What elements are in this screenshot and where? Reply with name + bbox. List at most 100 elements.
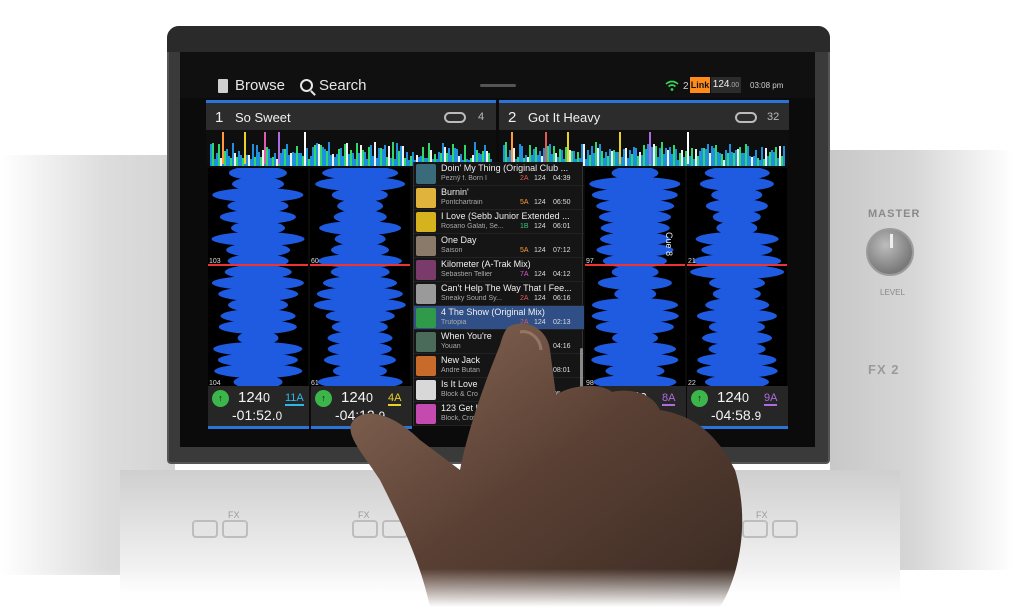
remaining-time: -04:58.9 [711, 407, 761, 423]
time-decimal: 9 [754, 410, 762, 423]
fx-button[interactable] [352, 520, 378, 538]
track-key: 5A [520, 199, 529, 206]
fx-label-1: FX [228, 510, 240, 520]
track-key: 2A [520, 295, 529, 302]
waveform-segment [228, 168, 288, 180]
sync-icon[interactable]: ↑ [589, 390, 606, 407]
loop-icon[interactable] [444, 112, 466, 123]
bezel-top [167, 26, 830, 52]
time-decimal: 0 [275, 410, 283, 423]
track-length: 07:12 [553, 247, 571, 254]
bpm-decimal: 0 [742, 391, 749, 405]
waveform-lane[interactable]: 60 61 [310, 168, 410, 388]
link-button[interactable]: Link [690, 77, 710, 93]
hot-cue-marker[interactable] [222, 132, 224, 164]
track-progress-bar[interactable] [311, 426, 412, 429]
waveform-lane[interactable]: 97 98 [585, 168, 685, 388]
deck-2-overview-waveform[interactable] [499, 130, 789, 166]
track-length: 04:39 [553, 175, 571, 182]
browse-button[interactable]: Browse [218, 77, 285, 94]
browse-icon [218, 78, 228, 93]
deck-info[interactable]: ↑ 1240 8A [585, 386, 686, 429]
link-bpm[interactable]: 124.00 [711, 77, 741, 93]
sync-icon[interactable]: ↑ [691, 390, 708, 407]
link-bpm-decimal: .00 [729, 82, 740, 89]
deck-info[interactable]: ↑ 1240 11A -01:52.0 [208, 386, 309, 429]
track-progress-bar[interactable] [687, 426, 788, 429]
hot-cue-marker[interactable] [545, 132, 547, 164]
track-key: 7A [520, 271, 529, 278]
album-art [416, 260, 436, 280]
track-length: 04:16 [553, 343, 571, 350]
sync-icon[interactable]: ↑ [212, 390, 229, 407]
deck-1-overview-waveform[interactable] [206, 130, 496, 166]
deck-info[interactable]: ↑ 1240 9A -04:58.9 [687, 386, 788, 429]
loop-icon[interactable] [735, 112, 757, 123]
hot-cue-marker[interactable] [511, 132, 513, 164]
browser-track-row[interactable]: I Love (Sebb Junior Extended ... Rosario … [414, 210, 584, 234]
browser-track-row[interactable]: 123 Get I Block, Crow [414, 402, 584, 426]
level-label: LEVEL [880, 288, 905, 297]
deck-number: 1 [215, 109, 224, 126]
track-key: 1B [520, 223, 529, 230]
time-value: -01:52. [232, 407, 276, 423]
browser-track-row[interactable]: 4 The Show (Original Mix) Trutopia 2A 124 02… [414, 306, 584, 330]
browser-track-row[interactable]: When You're Youan 04:16 [414, 330, 584, 354]
deck-1-header[interactable]: 1 So Sweet 4 [206, 100, 496, 130]
bpm-value: 124 [341, 389, 367, 406]
fx-button[interactable] [742, 520, 768, 538]
browser-track-row[interactable]: Can't Help The Way That I Fee... Sneaky S… [414, 282, 584, 306]
hot-cue-marker[interactable] [264, 132, 266, 164]
track-artist: Saison [441, 247, 463, 254]
track-title: New Jack [441, 355, 481, 365]
bpm-decimal: 0 [366, 391, 373, 405]
track-artist: Sebastien Tellier [441, 271, 493, 278]
deck-info[interactable]: ↑ 1240 4A -04:12.9 [311, 386, 412, 429]
track-title: 4 The Show (Original Mix) [441, 307, 545, 317]
browser-track-row[interactable]: Doin' My Thing (Original Club ... Peznÿ f… [414, 162, 584, 186]
browser-track-row[interactable]: Kilometer (A-Trak Mix) Sebastien Tellier 7… [414, 258, 584, 282]
hot-cue-marker[interactable] [278, 132, 280, 164]
track-artist: Pontchartrain [441, 199, 483, 206]
track-progress-bar[interactable] [208, 426, 309, 429]
master-label: MASTER [868, 208, 921, 220]
fx-button[interactable] [772, 520, 798, 538]
bpm-decimal: 0 [263, 391, 270, 405]
deck-2-header[interactable]: 2 Got It Heavy 32 [499, 100, 789, 130]
hot-cue-marker[interactable] [304, 132, 306, 164]
track-title: I Love (Sebb Junior Extended ... [441, 211, 570, 221]
track-bpm: 124 [534, 247, 546, 254]
browser-track-row[interactable]: One Day Saison 5A 124 07:12 [414, 234, 584, 258]
album-art [416, 236, 436, 256]
hot-cue-marker[interactable] [619, 132, 621, 164]
sync-icon[interactable]: ↑ [315, 390, 332, 407]
track-artist: Block, Crow [441, 415, 479, 422]
deck-track-title: So Sweet [235, 110, 291, 125]
track-bpm: 124 [534, 223, 546, 230]
album-art [416, 380, 436, 400]
hot-cue-marker[interactable] [244, 132, 246, 164]
browser-scrollbar[interactable] [580, 348, 583, 388]
drag-handle[interactable] [480, 84, 516, 87]
time-value: -04:12. [335, 407, 379, 423]
playhead-marker [208, 264, 308, 266]
track-browser[interactable]: 123 Get I Block, Crow Is It Love Block & Cr… [413, 162, 584, 426]
waveform-lane[interactable]: 103 104 [208, 168, 308, 388]
browser-track-row[interactable]: New Jack Andre Butan 08:01 [414, 354, 584, 378]
hot-cue-marker[interactable] [687, 132, 689, 164]
album-art [416, 212, 436, 232]
album-art [416, 404, 436, 424]
fx-button[interactable] [382, 520, 408, 538]
browser-track-row[interactable]: Is It Love Block & Cro 05:20 [414, 378, 584, 402]
track-artist: Andre Butan [441, 367, 480, 374]
loop-length: 32 [767, 111, 780, 123]
fx-button[interactable] [192, 520, 218, 538]
master-level-knob[interactable] [866, 228, 914, 276]
browser-track-row[interactable]: Burnin' Pontchartrain 5A 124 06:50 [414, 186, 584, 210]
track-progress-bar[interactable] [585, 426, 686, 429]
waveform-lane[interactable]: 21 22 [687, 168, 787, 388]
fx-button[interactable] [222, 520, 248, 538]
hot-cue-marker[interactable] [567, 132, 569, 164]
hot-cue-marker[interactable] [649, 132, 651, 164]
search-button[interactable]: Search [300, 77, 367, 94]
